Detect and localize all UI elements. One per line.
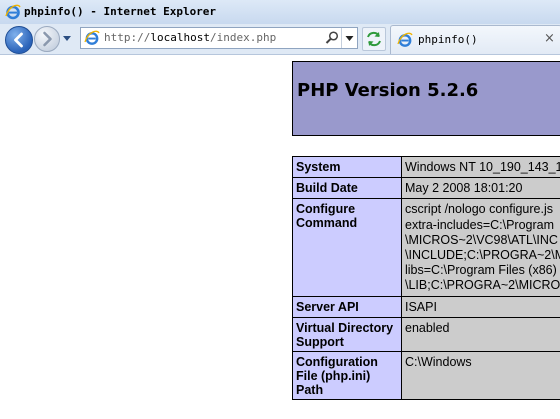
page-ie-icon <box>84 30 100 45</box>
back-arrow-icon <box>14 32 23 48</box>
row-value: enabled <box>401 316 560 352</box>
address-dropdown-button[interactable] <box>341 28 357 48</box>
internet-explorer-icon <box>5 4 21 20</box>
chevron-down-icon <box>345 36 354 41</box>
close-tab-icon[interactable]: × <box>544 31 555 46</box>
row-label: Configuration File (php.ini) Path <box>292 350 402 400</box>
row-label: Server API <box>292 295 402 318</box>
refresh-button[interactable] <box>362 27 386 51</box>
row-label: Virtual Directory Support <box>292 316 402 352</box>
table-row: Build Date May 2 2008 18:01:20 <box>292 177 560 200</box>
value-line: \MICROS~2\VC98\ATL\INC <box>405 232 558 247</box>
row-value: C:\Windows <box>401 350 560 400</box>
row-value: cscript /nologo configure.js extra-includ… <box>401 198 560 297</box>
row-label: Configure Command <box>292 198 402 297</box>
value-line: extra-includes=C:\Program <box>405 217 555 232</box>
navigation-bar: http://localhost/index.php phpinfo() × <box>0 24 560 55</box>
row-label: System <box>292 155 402 179</box>
table-row: Configuration File (php.ini) Path C:\Wind… <box>292 350 560 400</box>
forward-arrow-icon <box>43 31 52 47</box>
row-value: May 2 2008 18:01:20 <box>401 177 560 200</box>
table-row: Configure Command cscript /nologo configu… <box>292 198 560 297</box>
value-line: \INCLUDE;C:\PROGRA~2\M <box>405 248 560 263</box>
refresh-arrows-icon <box>367 31 381 47</box>
tab-phpinfo[interactable]: phpinfo() × <box>390 25 560 54</box>
window-title: phpinfo() - Internet Explorer <box>24 5 217 18</box>
window-titlebar: phpinfo() - Internet Explorer <box>0 0 560 25</box>
address-url[interactable]: http://localhost/index.php <box>104 31 276 44</box>
forward-button[interactable] <box>34 26 60 52</box>
table-row: Server API ISAPI <box>292 295 560 318</box>
value-line: ISAPI <box>405 299 437 314</box>
php-version-title: PHP Version 5.2.6 <box>297 80 479 101</box>
page-content: PHP Version 5.2.6 System Windows NT 10_19… <box>0 55 560 419</box>
address-path: /index.php <box>209 31 277 44</box>
recent-pages-dropdown-icon[interactable] <box>61 32 73 44</box>
address-prefix: http:// <box>104 31 151 44</box>
address-bar[interactable]: http://localhost/index.php <box>80 27 358 49</box>
value-line: May 2 2008 18:01:20 <box>405 181 523 196</box>
phpinfo-table: System Windows NT 10_190_143_1 Build Date M… <box>292 155 560 400</box>
row-value: ISAPI <box>401 295 560 318</box>
search-icon[interactable] <box>324 30 340 46</box>
address-host: localhost <box>150 31 210 44</box>
tab-label: phpinfo() <box>418 33 478 46</box>
php-version-header: PHP Version 5.2.6 <box>292 61 560 136</box>
value-line: enabled <box>405 320 450 335</box>
value-line: libs=C:\Program Files (x86) <box>405 263 557 278</box>
back-button[interactable] <box>5 26 33 54</box>
row-label: Build Date <box>292 177 402 200</box>
value-line: \LIB;C:\PROGRA~2\MICRO <box>405 278 560 293</box>
tab-ie-icon <box>397 32 413 47</box>
value-line: C:\Windows <box>405 354 472 369</box>
table-row: System Windows NT 10_190_143_1 <box>292 155 560 179</box>
table-row: Virtual Directory Support enabled <box>292 316 560 352</box>
row-value: Windows NT 10_190_143_1 <box>401 155 560 179</box>
value-line: cscript /nologo configure.js <box>405 202 553 217</box>
value-line: Windows NT 10_190_143_1 <box>405 160 560 174</box>
